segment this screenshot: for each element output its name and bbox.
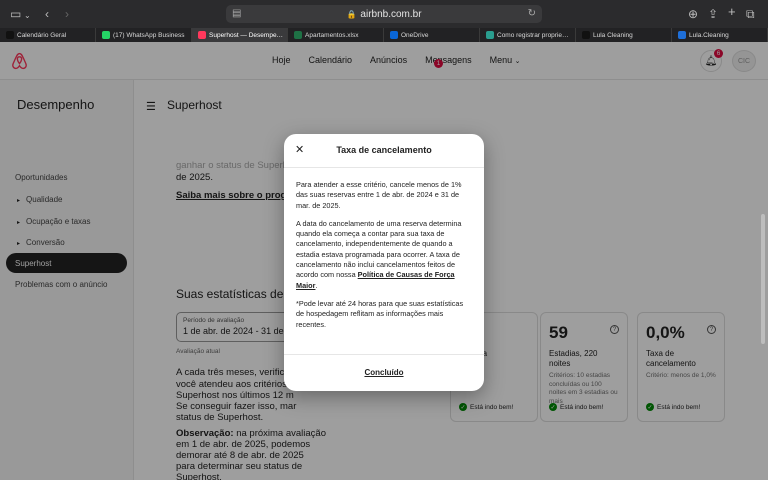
- back-icon[interactable]: ‹: [45, 7, 49, 21]
- new-tab-icon[interactable]: +: [728, 5, 736, 19]
- modal-paragraph-1: Para atender a esse critério, cancele me…: [296, 180, 462, 210]
- tab-label: Superhost — Desempe…: [209, 31, 284, 39]
- favicon-icon: [6, 31, 14, 39]
- modal-footer: Concluído: [284, 354, 484, 391]
- tab-overview-icon[interactable]: ⧉: [746, 7, 755, 21]
- favicon-icon: [102, 31, 110, 39]
- page-settings-icon[interactable]: ▤: [232, 8, 241, 19]
- scrollbar[interactable]: [761, 214, 765, 344]
- forward-icon[interactable]: ›: [65, 7, 69, 21]
- favicon-icon: [678, 31, 686, 39]
- lock-icon: 🔒: [346, 9, 357, 19]
- modal-paragraph-2: A data do cancelamento de uma reserva de…: [296, 219, 472, 291]
- browser-tab[interactable]: OneDrive: [384, 28, 480, 42]
- modal-body: Para atender a esse critério, cancele me…: [296, 180, 472, 338]
- browser-tab[interactable]: Calendário Geral: [0, 28, 96, 42]
- favicon-icon: [390, 31, 398, 39]
- done-button[interactable]: Concluído: [284, 368, 484, 377]
- favicon-icon: [582, 31, 590, 39]
- favicon-icon: [198, 31, 206, 39]
- download-icon[interactable]: ⊕: [688, 7, 698, 21]
- browser-tab[interactable]: Como registrar proprie…: [480, 28, 576, 42]
- modal-title: Taxa de cancelamento: [336, 145, 432, 155]
- sidebar-toggle-icon[interactable]: ▭: [10, 7, 21, 21]
- modal-paragraph-3: *Pode levar até 24 horas para que suas e…: [296, 298, 464, 329]
- favicon-icon: [486, 31, 494, 39]
- tab-label: Lula Cleaning: [593, 31, 633, 39]
- browser-tab[interactable]: (17) WhatsApp Business: [96, 28, 192, 42]
- tab-label: Apartamentos.xlsx: [305, 31, 359, 39]
- chevron-down-icon[interactable]: ⌄: [24, 9, 31, 23]
- modal-paragraph-2-end: .: [315, 280, 318, 290]
- tab-label: OneDrive: [401, 31, 429, 39]
- browser-tab[interactable]: Lula Cleaning: [576, 28, 672, 42]
- airbnb-page: Hoje Calendário Anúncios Mensagens 1 Menu…: [0, 42, 768, 480]
- modal-header: ✕ Taxa de cancelamento: [284, 134, 484, 168]
- address-bar[interactable]: ▤ 🔒 airbnb.com.br ↻: [226, 5, 542, 23]
- browser-tab[interactable]: Apartamentos.xlsx: [288, 28, 384, 42]
- browser-toolbar: ▭ ⌄ ‹ › ▤ 🔒 airbnb.com.br ↻ ⊕ ⇪ + ⧉: [0, 0, 768, 28]
- tab-label: Como registrar proprie…: [497, 31, 569, 39]
- tab-label: (17) WhatsApp Business: [113, 31, 185, 39]
- browser-tab[interactable]: Superhost — Desempe…: [192, 28, 288, 42]
- cancellation-rate-modal: ✕ Taxa de cancelamento Para atender a es…: [284, 134, 484, 391]
- tab-label: Lula.Cleaning: [689, 31, 729, 39]
- reload-icon[interactable]: ↻: [528, 8, 536, 19]
- browser-tab[interactable]: Lula.Cleaning: [672, 28, 768, 42]
- share-icon[interactable]: ⇪: [708, 7, 718, 21]
- tab-bar: Calendário Geral (17) WhatsApp Business Su…: [0, 28, 768, 42]
- tab-label: Calendário Geral: [17, 31, 67, 39]
- url-text: airbnb.com.br: [360, 8, 422, 20]
- favicon-icon: [294, 31, 302, 39]
